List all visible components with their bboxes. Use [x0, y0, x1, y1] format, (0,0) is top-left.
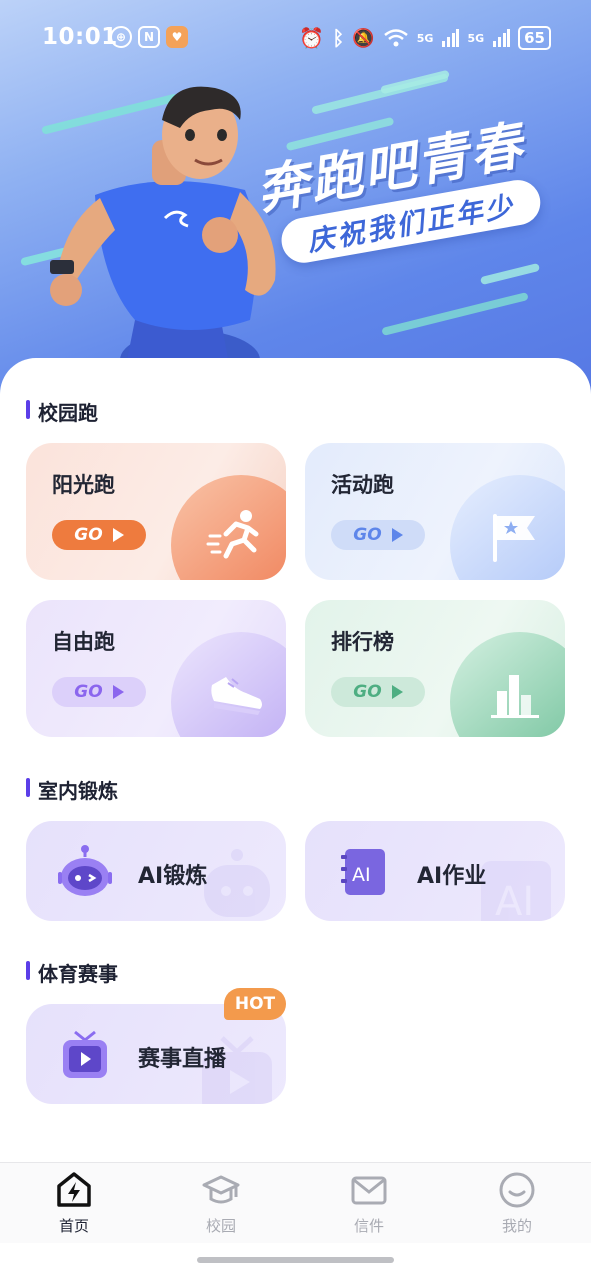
status-bar: 10:01 ⊕ N ♥ ⏰ ᛒ 🔕 5G 5G 65 [0, 0, 591, 76]
section-title-indoor: 室内锻炼 [26, 775, 118, 804]
tab-mine[interactable]: 我的 [472, 1171, 562, 1236]
card-title: 活动跑 [331, 473, 394, 497]
tab-label: 首页 [58, 1217, 89, 1235]
go-button[interactable]: GO [52, 520, 146, 550]
signal-bars-icon [442, 29, 460, 47]
battery-indicator: 65 [518, 26, 551, 50]
mail-icon [351, 1176, 387, 1205]
alarm-icon: ⏰ [299, 26, 325, 50]
home-bolt-icon [57, 1172, 91, 1207]
sneaker-icon [211, 677, 262, 715]
card-label: 赛事直播 [138, 1047, 227, 1072]
tab-label: 信件 [353, 1217, 384, 1235]
card-ai-homework[interactable]: AI AI AI作业 [305, 821, 565, 921]
nfc-icon: N [138, 26, 160, 48]
section-title-campus: 校园跑 [26, 397, 98, 426]
card-label: AI锻炼 [138, 864, 208, 889]
card-sunshine-run[interactable]: 阳光跑 GO [26, 443, 286, 580]
card-title: 自由跑 [52, 630, 115, 654]
go-button[interactable]: GO [331, 677, 425, 707]
running-person-icon [206, 510, 259, 559]
runner-illustration [50, 86, 276, 370]
signal-bars-icon [493, 29, 511, 47]
tab-mail[interactable]: 信件 [324, 1171, 414, 1236]
card-label: AI作业 [417, 864, 487, 889]
network-2: 5G [467, 31, 485, 45]
ai-book-icon: AI [341, 849, 385, 895]
wifi-icon [383, 29, 408, 47]
card-title: 排行榜 [331, 630, 394, 654]
go-button[interactable]: GO [331, 520, 425, 550]
tab-label: 校园 [205, 1217, 236, 1235]
card-ai-exercise[interactable]: AI锻炼 [26, 821, 286, 921]
heart-app-icon: ♥ [166, 26, 188, 48]
tab-home[interactable]: 首页 [29, 1171, 119, 1236]
network-1: 5G [416, 31, 434, 45]
mute-icon: 🔕 [352, 27, 375, 49]
card-free-run[interactable]: 自由跑 GO [26, 600, 286, 737]
tab-campus[interactable]: 校园 [176, 1171, 266, 1236]
home-indicator[interactable] [197, 1257, 394, 1263]
signal-circle-icon: ⊕ [110, 26, 132, 48]
bluetooth-icon: ᛒ [332, 26, 345, 50]
robot-icon [58, 845, 112, 896]
card-activity-run[interactable]: 活动跑 GO [305, 443, 565, 580]
svg-text:AI: AI [352, 864, 371, 886]
hot-badge: HOT [224, 988, 286, 1020]
status-time: 10:01 [42, 24, 118, 50]
go-button[interactable]: GO [52, 677, 146, 707]
flag-star-icon [493, 514, 535, 562]
svg-text:AI: AI [495, 879, 534, 921]
tab-label: 我的 [501, 1217, 532, 1235]
bar-chart-icon [491, 675, 539, 718]
bottom-tab-bar: 首页 校园 信件 我的 [0, 1162, 591, 1243]
section-title-sports: 体育赛事 [26, 958, 118, 987]
tv-play-icon [63, 1030, 107, 1078]
card-leaderboard[interactable]: 排行榜 GO [305, 600, 565, 737]
graduation-cap-icon [202, 1175, 240, 1204]
smile-face-icon [499, 1172, 535, 1208]
hero-banner[interactable]: 10:01 ⊕ N ♥ ⏰ ᛒ 🔕 5G 5G 65 奔跑吧青春 庆祝我们正年少 [0, 0, 591, 400]
card-title: 阳光跑 [52, 473, 115, 497]
